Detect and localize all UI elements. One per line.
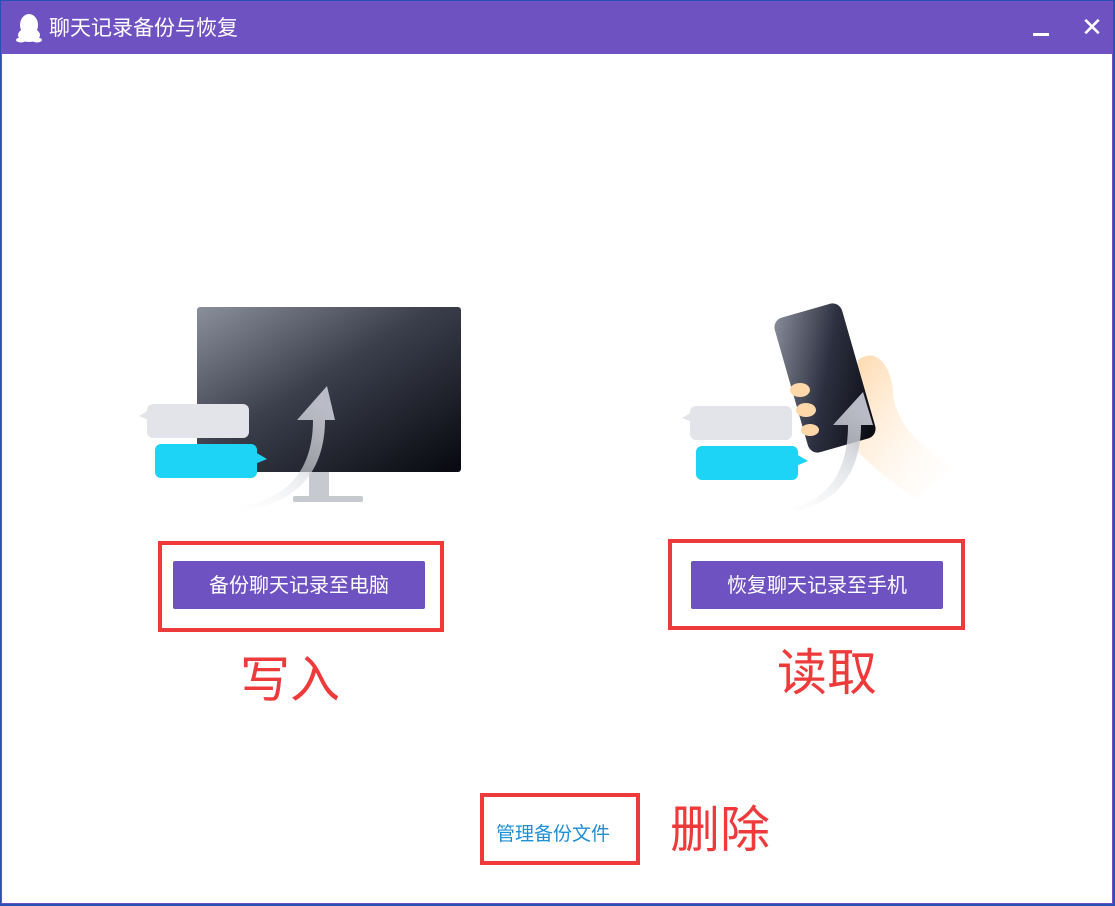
phone-restore-illustration xyxy=(682,303,953,512)
highlight-box-restore xyxy=(668,539,965,630)
qq-penguin-icon xyxy=(16,14,42,43)
highlight-box-manage xyxy=(480,793,640,865)
window-title: 聊天记录备份与恢复 xyxy=(49,16,238,40)
annotation-write: 写入 xyxy=(240,651,340,709)
annotation-read: 读取 xyxy=(777,644,877,702)
close-button[interactable]: ✕ xyxy=(1072,10,1112,46)
computer-backup-illustration xyxy=(139,307,461,510)
minimize-button[interactable] xyxy=(1020,10,1060,46)
minimize-icon xyxy=(1033,33,1049,36)
close-icon: ✕ xyxy=(1081,13,1103,43)
title-bar[interactable]: 聊天记录备份与恢复 ✕ xyxy=(2,2,1112,54)
highlight-box-backup xyxy=(158,541,444,632)
annotation-delete: 删除 xyxy=(670,801,770,859)
backup-restore-window: 聊天记录备份与恢复 ✕ 备份聊天记录至电脑 恢复聊天记录至手机 管理备份文件 写… xyxy=(1,1,1113,904)
